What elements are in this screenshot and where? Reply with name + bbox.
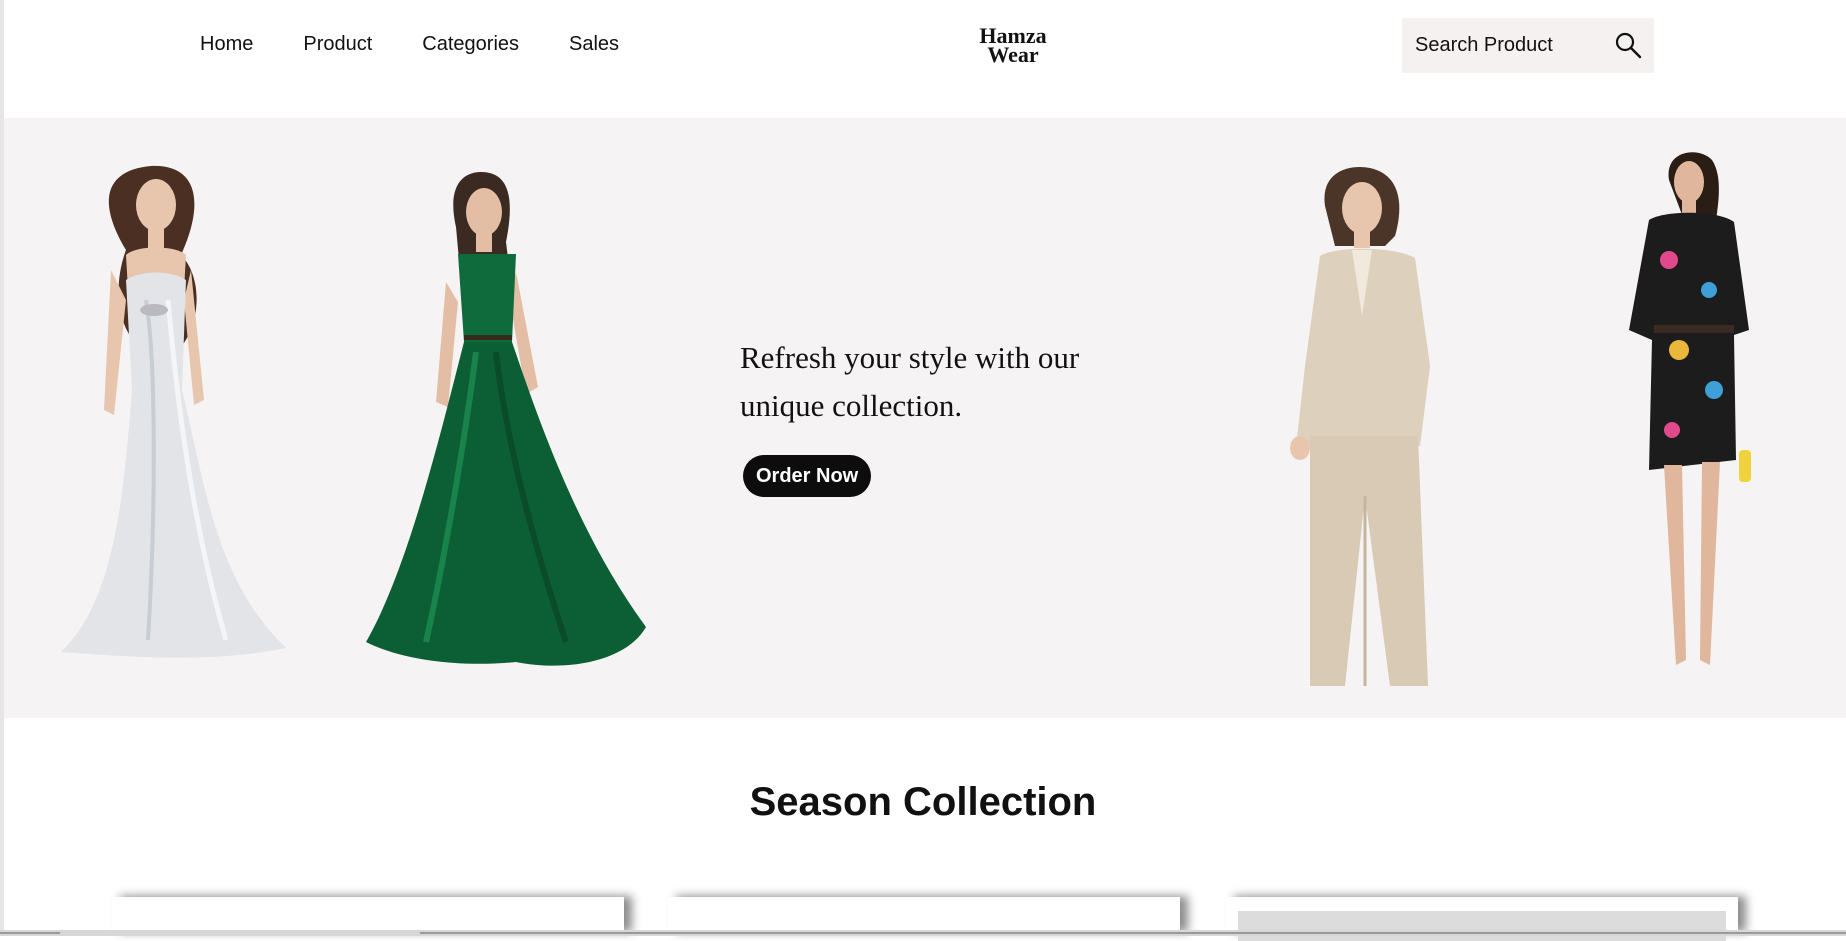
order-now-button[interactable]: Order Now: [743, 455, 872, 497]
horizontal-scrollbar[interactable]: [0, 930, 1846, 936]
collection-card[interactable]: [1226, 897, 1738, 941]
scrollbar-segment: [0, 932, 60, 934]
brand-logo[interactable]: Hamza Wear: [968, 25, 1058, 66]
collection-card[interactable]: [112, 897, 624, 933]
main-navigation: Home Product Categories Sales: [200, 33, 619, 56]
site-header: Home Product Categories Sales Hamza Wear: [4, 0, 1846, 118]
search-icon[interactable]: [1614, 31, 1642, 59]
search-box: [1402, 18, 1654, 73]
model-green-gown-image: [366, 172, 646, 666]
hero-banner: Refresh your style with our unique colle…: [4, 118, 1846, 718]
nav-link-categories[interactable]: Categories: [422, 33, 519, 56]
season-collection-title: Season Collection: [749, 780, 1097, 824]
nav-link-sales[interactable]: Sales: [569, 33, 619, 56]
hero-headline-line1: Refresh your style with our: [740, 340, 1080, 375]
nav-link-product[interactable]: Product: [303, 33, 372, 56]
collection-card[interactable]: [668, 897, 1180, 933]
collection-card-image: [1238, 911, 1726, 941]
nav-link-home[interactable]: Home: [200, 33, 253, 56]
scrollbar-segment: [420, 932, 1846, 934]
model-white-gown-image: [61, 165, 286, 658]
model-beige-suit-image: [1290, 166, 1430, 686]
search-input[interactable]: [1402, 34, 1605, 57]
model-printed-dress-image: [1629, 152, 1751, 665]
hero-headline-line2: unique collection.: [740, 388, 963, 423]
hero-headline: Refresh your style with our unique colle…: [740, 334, 1160, 430]
